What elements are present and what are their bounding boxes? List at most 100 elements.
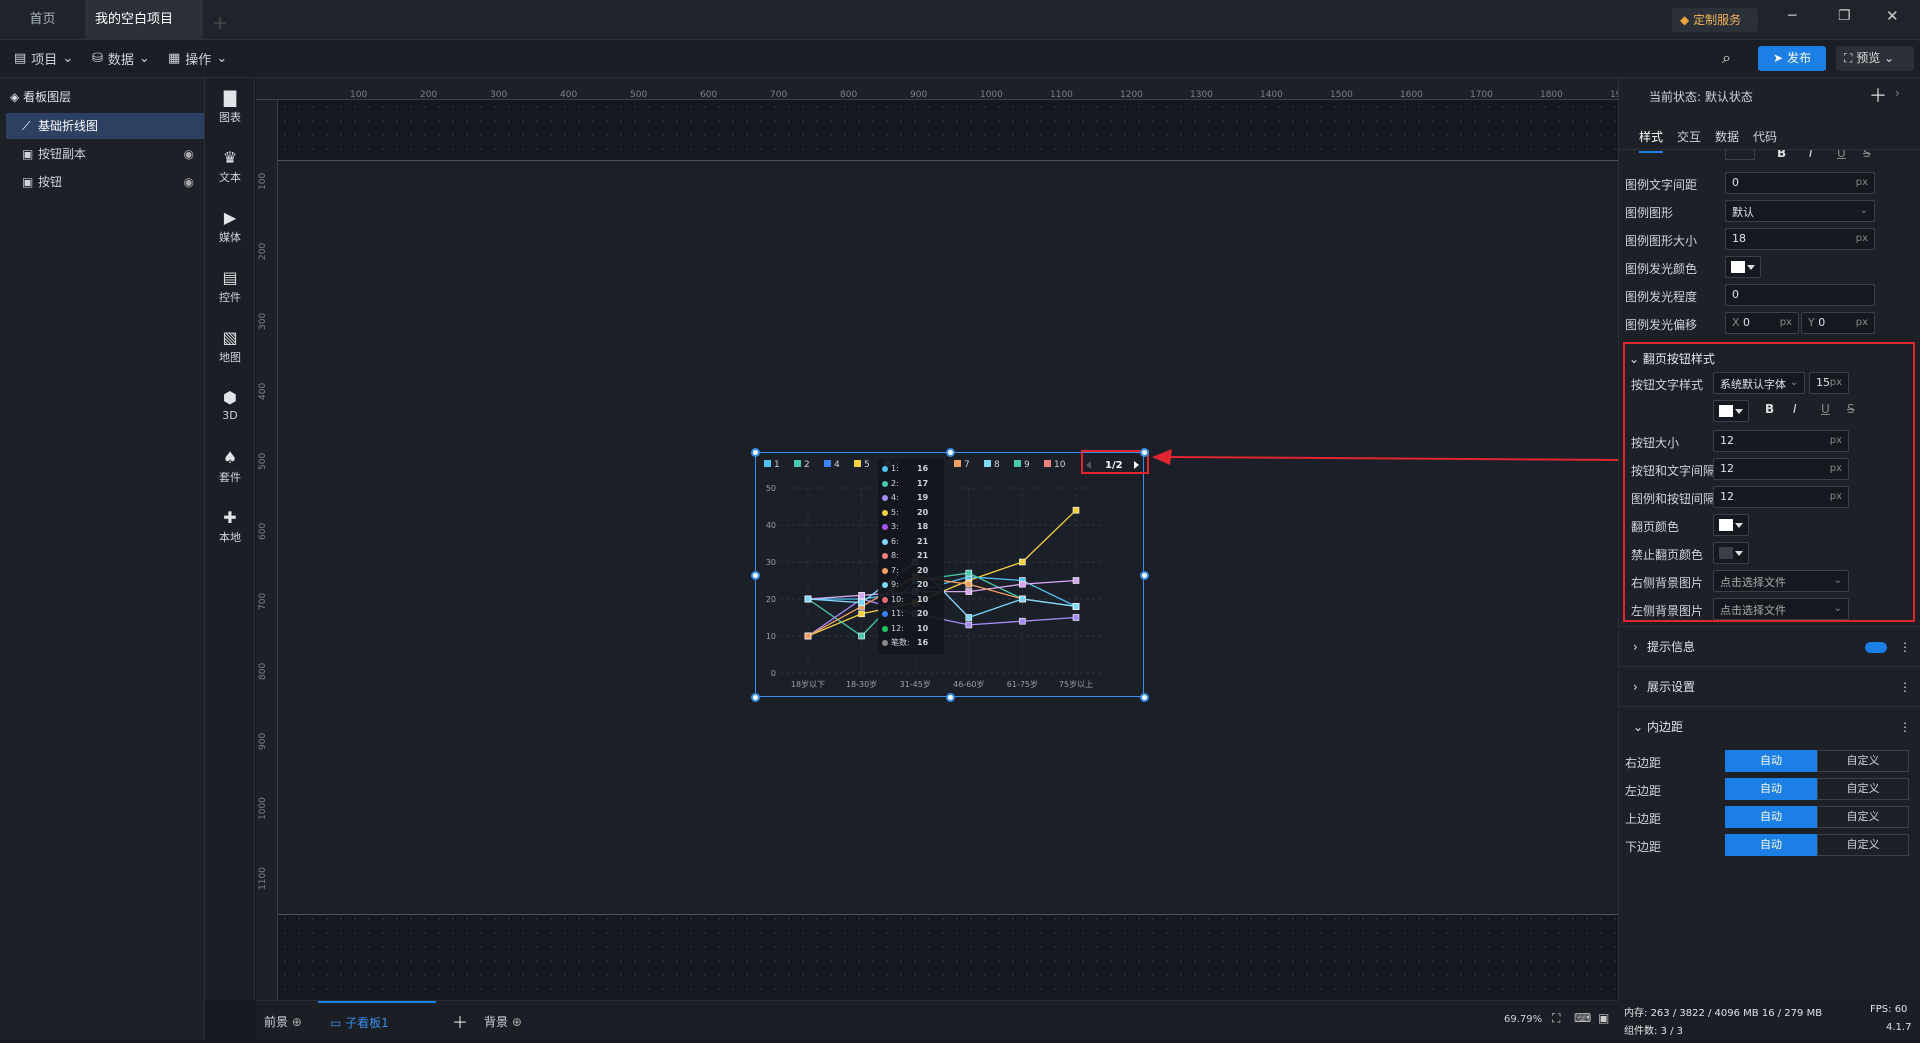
more-icon[interactable]: ⋮ [1899, 627, 1911, 667]
comp-map[interactable]: ▧ 地图 [205, 328, 255, 365]
underline-icon[interactable]: U [1821, 402, 1830, 416]
menu-project[interactable]: ▤ 项目 ⌄ [14, 49, 73, 68]
hidden-eye-icon[interactable]: ◉ [184, 169, 194, 195]
legend-shape-size-input[interactable]: 18 px [1725, 228, 1875, 250]
layer-item[interactable]: ▣ 按钮 ◉ [6, 169, 204, 195]
italic-icon[interactable]: I [1793, 402, 1797, 416]
memory-status: 内存: 263 / 3822 / 4096 MB 16 / 279 MB [1624, 1004, 1822, 1019]
layers-title: ◈ 看板图层 [10, 88, 71, 105]
padding-auto-button[interactable]: 自动 [1725, 834, 1817, 856]
padding-auto-button[interactable]: 自动 [1725, 778, 1817, 800]
section-tooltip[interactable]: › 提示信息 ⋮ [1619, 626, 1920, 666]
resize-handle[interactable] [751, 571, 760, 580]
comp-text[interactable]: ♛ 文本 [205, 148, 255, 185]
hidden-eye-icon[interactable]: ◉ [184, 141, 194, 167]
resize-handle[interactable] [946, 448, 955, 457]
tab-project[interactable]: 我的空白项目 [85, 0, 203, 64]
resize-handle[interactable] [1140, 571, 1149, 580]
resize-handle[interactable] [946, 693, 955, 702]
x-tick-label: 18岁以下 [791, 679, 825, 689]
padding-custom-button[interactable]: 自定义 [1817, 834, 1909, 856]
disabled-color-picker[interactable] [1713, 542, 1749, 564]
section-display[interactable]: › 展示设置 ⋮ [1619, 666, 1920, 706]
legend-shape-select[interactable]: 默认 ⌄ [1725, 200, 1875, 222]
tab-data[interactable]: 数据 [1715, 128, 1739, 145]
padding-auto-button[interactable]: 自动 [1725, 806, 1817, 828]
left-bg-select[interactable]: 点击选择文件 ⌄ [1713, 598, 1849, 620]
legend-color-swatch[interactable] [1725, 150, 1755, 160]
zoom-level[interactable]: 69.79% [1504, 1014, 1542, 1025]
layer-item[interactable]: ⟋ 基础折线图 [6, 113, 204, 139]
italic-icon[interactable]: I [1809, 150, 1813, 160]
legend-btn-gap-input[interactable]: 12 px [1713, 486, 1849, 508]
more-icon[interactable]: ⋮ [1899, 707, 1911, 747]
tab-front[interactable]: 前景 ⊕ [264, 1013, 302, 1030]
data-point [804, 595, 812, 603]
tab-back[interactable]: 背景 ⊕ [484, 1013, 522, 1030]
console-icon[interactable]: ▣ [1598, 1011, 1609, 1025]
legend-text-gap-input[interactable]: 0 px [1725, 172, 1875, 194]
section-padding[interactable]: ⌄ 内边距 ⋮ [1619, 706, 1920, 746]
comp-media[interactable]: ▶ 媒体 [205, 208, 255, 245]
keyboard-icon[interactable]: ⌨ [1574, 1011, 1591, 1025]
section-header[interactable]: ⌄ 翻页按钮样式 [1629, 350, 1715, 367]
line-chart-component[interactable]: 0 10 20 30 40 50 18岁以下 18-30岁 31-45岁 46-60岁 61-75岁… [751, 448, 1149, 702]
close-icon[interactable]: ✕ [1886, 7, 1899, 25]
restore-icon[interactable]: ❐ [1838, 8, 1851, 24]
font-select[interactable]: 系统默认字体 ⌄ [1713, 372, 1805, 394]
btn-size-input[interactable]: 12 px [1713, 430, 1849, 452]
legend-glow-offset-y[interactable]: Y 0 px [1801, 312, 1875, 334]
new-tab-icon[interactable]: ＋ [212, 10, 228, 34]
publish-button[interactable]: ➤ 发布 [1758, 46, 1826, 71]
bold-icon[interactable]: B [1777, 150, 1786, 160]
add-circle-icon[interactable]: ⊕ [292, 1015, 302, 1029]
layer-item[interactable]: ▣ 按钮副本 ◉ [6, 141, 204, 167]
tab-home[interactable]: 首页 [0, 0, 85, 40]
more-icon[interactable]: ⋮ [1899, 667, 1911, 707]
padding-auto-button[interactable]: 自动 [1725, 750, 1817, 772]
padding-custom-button[interactable]: 自定义 [1817, 750, 1909, 772]
legend-glow-level-input[interactable]: 0 [1725, 284, 1875, 306]
resize-handle[interactable] [751, 693, 760, 702]
comp-chart[interactable]: ▇ 图表 [205, 88, 255, 125]
add-board-icon[interactable]: ＋ [452, 1009, 468, 1033]
comp-local[interactable]: ✚ 本地 [205, 508, 255, 545]
btn-text-gap-input[interactable]: 12 px [1713, 458, 1849, 480]
btn-text-color-picker[interactable] [1713, 400, 1749, 422]
comp-control[interactable]: ▤ 控件 [205, 268, 255, 305]
menu-ops[interactable]: ▦ 操作 ⌄ [168, 49, 227, 68]
add-state-icon[interactable]: ＋ [1869, 82, 1887, 108]
image-icon: ▣ [22, 175, 34, 189]
font-size-input[interactable]: 15 px [1809, 372, 1849, 394]
page-color-picker[interactable] [1713, 514, 1749, 536]
bold-icon[interactable]: B [1765, 402, 1774, 416]
comp-3d[interactable]: ⬢ 3D [205, 388, 255, 422]
preview-button[interactable]: ⛶ 预览 ⌄ [1836, 46, 1914, 71]
strike-icon[interactable]: S [1863, 150, 1871, 160]
legend-label: 4 [834, 460, 840, 470]
minimize-icon[interactable]: ─ [1788, 8, 1796, 24]
strike-icon[interactable]: S [1847, 402, 1855, 416]
data-point [1072, 577, 1080, 584]
tab-subboard[interactable]: ▭ 子看板1 [318, 1001, 436, 1041]
search-icon[interactable]: ⌕ [1722, 48, 1731, 68]
annotation-arrow [1152, 449, 1625, 465]
tooltip-toggle[interactable] [1865, 642, 1887, 653]
resize-handle[interactable] [751, 448, 760, 457]
tab-interaction[interactable]: 交互 [1677, 128, 1701, 145]
menu-data[interactable]: ⛁ 数据 ⌄ [92, 49, 150, 68]
add-circle-icon[interactable]: ⊕ [512, 1015, 522, 1029]
legend-glow-color-picker[interactable] [1725, 256, 1761, 278]
underline-icon[interactable]: U [1837, 150, 1846, 160]
padding-custom-button[interactable]: 自定义 [1817, 778, 1909, 800]
comp-suite[interactable]: ♠ 套件 [205, 448, 255, 485]
fit-screen-icon[interactable]: ⛶ [1552, 1011, 1560, 1026]
tab-code[interactable]: 代码 [1753, 128, 1777, 145]
right-bg-select[interactable]: 点击选择文件 ⌄ [1713, 570, 1849, 592]
padding-custom-button[interactable]: 自定义 [1817, 806, 1909, 828]
chevron-right-icon[interactable]: › [1895, 86, 1900, 100]
custom-service-button[interactable]: ◆ 定制服务 [1672, 8, 1758, 32]
tooltip-value: 17 [917, 478, 929, 488]
resize-handle[interactable] [1140, 693, 1149, 702]
legend-glow-offset-x[interactable]: X 0 px [1725, 312, 1799, 334]
